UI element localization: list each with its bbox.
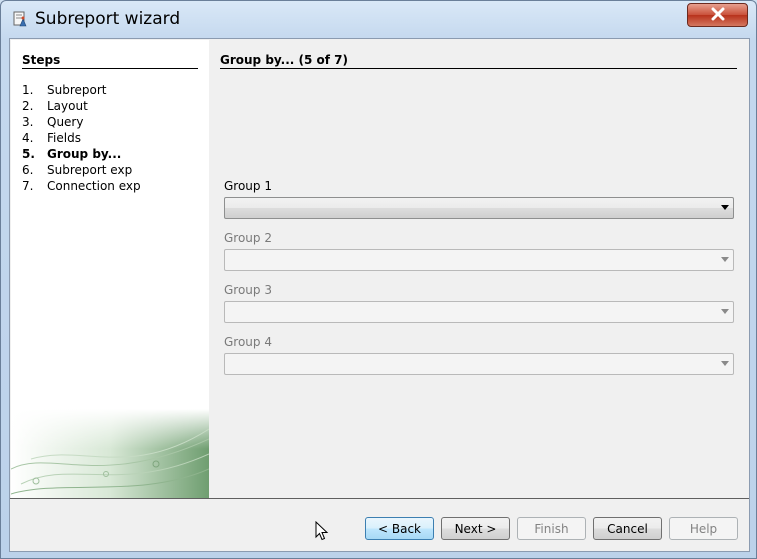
step-number: 1. bbox=[22, 83, 34, 97]
mouse-cursor-icon bbox=[315, 521, 329, 541]
step-label: Subreport bbox=[47, 83, 107, 97]
step-number: 6. bbox=[22, 163, 34, 177]
group-1-label: Group 1 bbox=[224, 179, 272, 193]
step-item-current: 5. Group by... bbox=[22, 146, 141, 162]
group-4-select[interactable] bbox=[224, 353, 734, 375]
step-item: 3. Query bbox=[22, 114, 141, 130]
close-icon bbox=[710, 7, 726, 24]
step-number: 2. bbox=[22, 99, 34, 113]
group-2-select[interactable] bbox=[224, 249, 734, 271]
step-number: 3. bbox=[22, 115, 34, 129]
step-label: Query bbox=[47, 115, 84, 129]
report-wizard-icon bbox=[11, 10, 29, 28]
steps-list: 1. Subreport 2. Layout 3. Query 4. Fields 5.… bbox=[22, 82, 141, 194]
step-item: 6. Subreport exp bbox=[22, 162, 141, 178]
group-3-label: Group 3 bbox=[224, 283, 272, 297]
group-4-label: Group 4 bbox=[224, 335, 272, 349]
group-1-select[interactable] bbox=[224, 197, 734, 219]
step-number: 5. bbox=[22, 147, 35, 161]
step-item: 2. Layout bbox=[22, 98, 141, 114]
steps-panel: Steps 1. Subreport 2. Layout 3. Query 4. Fie… bbox=[11, 40, 209, 499]
close-button[interactable] bbox=[687, 3, 748, 27]
decorative-swirl-graphic bbox=[11, 409, 209, 499]
step-label: Group by... bbox=[47, 147, 122, 161]
title-bar[interactable]: Subreport wizard bbox=[1, 1, 756, 37]
wizard-window: Subreport wizard Steps 1. Subreport 2. Lay… bbox=[0, 0, 757, 559]
button-bar-separator bbox=[10, 498, 749, 499]
step-item: 7. Connection exp bbox=[22, 178, 141, 194]
step-label: Fields bbox=[47, 131, 81, 145]
step-item: 4. Fields bbox=[22, 130, 141, 146]
step-label: Layout bbox=[47, 99, 88, 113]
finish-button[interactable]: Finish bbox=[517, 517, 586, 540]
steps-title: Steps bbox=[22, 53, 198, 69]
window-title: Subreport wizard bbox=[35, 9, 181, 29]
step-label: Subreport exp bbox=[47, 163, 133, 177]
main-panel: Group by... (5 of 7) Group 1 Group 2 Gro… bbox=[209, 40, 749, 499]
step-number: 4. bbox=[22, 131, 34, 145]
wizard-client-area: Steps 1. Subreport 2. Layout 3. Query 4. Fie… bbox=[9, 38, 750, 552]
step-label: Connection exp bbox=[47, 179, 141, 193]
help-button[interactable]: Help bbox=[669, 517, 738, 540]
panel-title: Group by... (5 of 7) bbox=[220, 53, 737, 69]
group-3-select[interactable] bbox=[224, 301, 734, 323]
step-number: 7. bbox=[22, 179, 34, 193]
cancel-button[interactable]: Cancel bbox=[593, 517, 662, 540]
step-item: 1. Subreport bbox=[22, 82, 141, 98]
group-2-label: Group 2 bbox=[224, 231, 272, 245]
back-button[interactable]: < Back bbox=[365, 517, 434, 540]
next-button[interactable]: Next > bbox=[441, 517, 510, 540]
